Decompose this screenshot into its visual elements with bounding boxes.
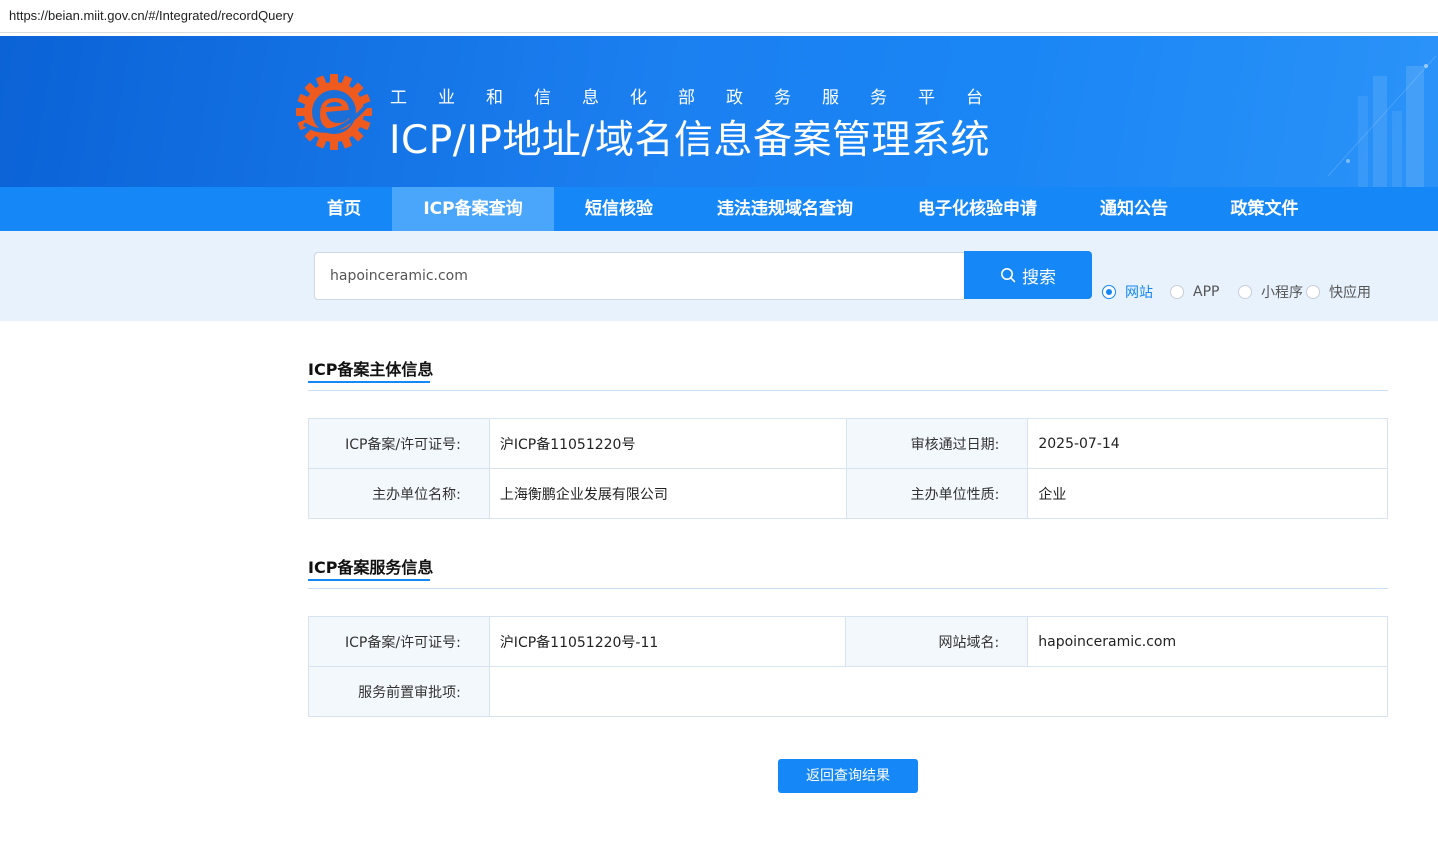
table-row: 服务前置审批项:: [308, 666, 1389, 717]
radio-label: 网站: [1125, 285, 1153, 301]
browser-address-bar[interactable]: https://beian.miit.gov.cn/#/Integrated/r…: [0, 0, 1438, 33]
radio-label: APP: [1193, 284, 1220, 300]
miit-logo-icon: [296, 74, 372, 150]
search-icon: [1001, 268, 1016, 283]
system-title: ICP/IP地址/域名信息备案管理系统: [389, 118, 991, 163]
label-pre-approval: 服务前置审批项:: [308, 666, 490, 717]
value-organizer-type: 企业: [1027, 468, 1388, 519]
label-service-license-no: ICP备案/许可证号:: [308, 616, 490, 667]
value-license-no: 沪ICP备11051220号: [488, 418, 847, 469]
search-area: hapoinceramic.com 搜索 网站 APP 小程序 快应用: [0, 231, 1438, 321]
value-organizer-name: 上海衡鹏企业发展有限公司: [488, 468, 847, 519]
value-website-domain: hapoinceramic.com: [1027, 616, 1388, 667]
nav-item-illegal-domain[interactable]: 违法违规域名查询: [700, 187, 870, 231]
table-row: 主办单位名称: 上海衡鹏企业发展有限公司 主办单位性质: 企业: [308, 468, 1388, 519]
label-organizer-type: 主办单位性质:: [845, 468, 1029, 519]
radio-circle-icon: [1102, 285, 1116, 299]
section-divider: [308, 390, 1388, 391]
service-info-table: ICP备案/许可证号: 沪ICP备11051220号-11 网站域名: hapo…: [308, 616, 1389, 717]
radio-quick-app[interactable]: 快应用: [1306, 283, 1371, 301]
label-approval-date: 审核通过日期:: [845, 418, 1029, 469]
nav-item-notices[interactable]: 通知公告: [1088, 187, 1180, 231]
radio-mini-program[interactable]: 小程序: [1238, 283, 1303, 301]
banner-decoration: [1327, 55, 1437, 187]
nav-item-sms-verify[interactable]: 短信核验: [566, 187, 672, 231]
radio-label: 小程序: [1261, 285, 1303, 301]
value-pre-approval: [488, 666, 1389, 717]
radio-circle-icon: [1170, 285, 1184, 299]
main-nav: 首页 ICP备案查询 短信核验 违法违规域名查询 电子化核验申请 通知公告 政策…: [0, 187, 1438, 231]
section-divider: [308, 588, 1388, 589]
table-row: ICP备案/许可证号: 沪ICP备11051220号-11 网站域名: hapo…: [308, 616, 1388, 667]
label-organizer-name: 主办单位名称:: [308, 468, 490, 519]
radio-circle-icon: [1238, 285, 1252, 299]
search-input[interactable]: hapoinceramic.com: [314, 252, 964, 300]
url-text[interactable]: https://beian.miit.gov.cn/#/Integrated/r…: [9, 8, 293, 23]
nav-item-e-verify[interactable]: 电子化核验申请: [900, 187, 1055, 231]
radio-label: 快应用: [1329, 285, 1371, 301]
nav-item-home[interactable]: 首页: [307, 187, 381, 231]
section-underline: [308, 381, 430, 383]
table-row: ICP备案/许可证号: 沪ICP备11051220号 审核通过日期: 2025-…: [308, 418, 1388, 469]
radio-circle-icon: [1306, 285, 1320, 299]
search-button[interactable]: 搜索: [964, 251, 1092, 299]
search-button-label: 搜索: [1022, 267, 1056, 288]
section-underline: [308, 579, 430, 581]
label-license-no: ICP备案/许可证号:: [308, 418, 490, 469]
subject-info-table: ICP备案/许可证号: 沪ICP备11051220号 审核通过日期: 2025-…: [308, 418, 1388, 519]
section-title-service: ICP备案服务信息: [308, 558, 434, 577]
section-title-subject: ICP备案主体信息: [308, 360, 434, 379]
nav-item-policies[interactable]: 政策文件: [1217, 187, 1312, 231]
label-website-domain: 网站域名:: [845, 616, 1029, 667]
nav-item-icp-query[interactable]: ICP备案查询: [392, 187, 554, 231]
value-service-license-no: 沪ICP备11051220号-11: [488, 616, 847, 667]
value-approval-date: 2025-07-14: [1027, 418, 1388, 469]
platform-subtitle: 工业和信息化部政务服务平台: [390, 88, 1014, 108]
back-to-results-button[interactable]: 返回查询结果: [778, 759, 918, 793]
header-banner: 工业和信息化部政务服务平台 ICP/IP地址/域名信息备案管理系统: [0, 36, 1438, 187]
radio-website[interactable]: 网站: [1102, 283, 1153, 301]
radio-app[interactable]: APP: [1170, 283, 1219, 301]
